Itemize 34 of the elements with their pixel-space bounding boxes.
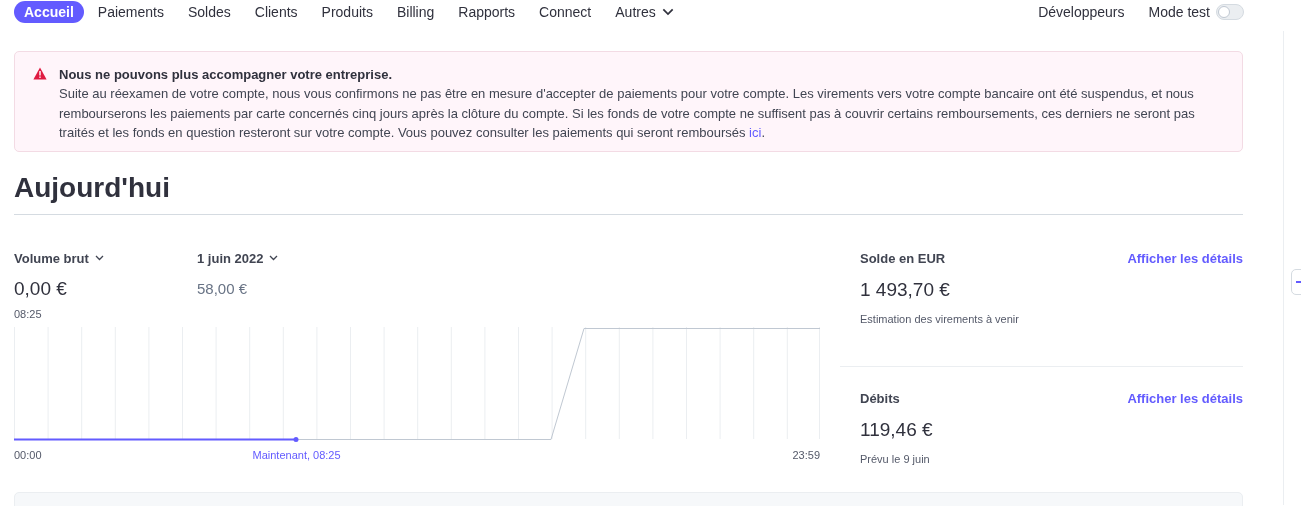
warning-icon [33,67,47,80]
nav-tab[interactable]: Accueil [14,1,84,23]
chevron-down-icon [269,255,279,262]
balance-amount: 1 493,70 € [860,278,951,302]
metric-dropdown[interactable]: Volume brut [14,248,104,268]
balance-note: Estimation des virements à venir [860,312,1020,327]
toggle-label: Mode test [1148,2,1210,22]
date-dropdown[interactable]: 1 juin 2022 [197,248,279,268]
page-heading: Aujourd'hui [14,170,1243,215]
nav-tab[interactable]: Rapports [448,1,526,23]
balance-title: Débits [860,389,900,408]
axis-label: 23:59 [792,447,820,463]
nav-tab[interactable]: Connect [529,1,602,23]
time-label: 08:25 [14,307,43,322]
compare-value: 58,00 € [197,279,249,299]
chevron-down-icon [94,255,104,262]
details-link[interactable]: Afficher les détails [1127,248,1243,268]
details-link[interactable]: Afficher les détails [1127,388,1243,408]
toggle-switch[interactable] [1216,4,1244,20]
nav-tab[interactable]: Billing [386,1,445,23]
alert-title: Nous ne pouvons plus accompagner votre entreprise. [59,66,394,84]
axis-label: 00:00 [14,447,42,463]
metric-value: 0,00 € [14,277,68,301]
balance-note: Prévu le 9 juin [860,452,931,467]
alert-message: Suite au réexamen de votre compte, nous vous confirmons ne pas être en mesure d'accepter de paiements pour votre compte. Les virements vers votre compte bancaire ont été suspendus, et nous rembourserons les paiements par carte concernés cinq jours après la clôture du compte. Si les fonds de votre compte ne suffisent pas à couvrir certains remboursements, ces derniers ne seront pas traités et les fonds en question resteront sur votre compte. Vous pouvez consulter les paiements qui seront remboursés ici. [59,85,1196,142]
nav-tab[interactable]: Clients [244,1,308,23]
balance-amount: 119,46 € [860,418,934,442]
nav-tab[interactable]: Paiements [87,1,174,23]
nav-link[interactable]: Développeurs [1038,1,1125,23]
nav-tab[interactable]: Soldes [177,1,241,23]
nav-tab[interactable]: Autres [605,1,684,23]
now-label: Maintenant, 08:25 [252,447,341,463]
balance-title: Solde en EUR [860,249,946,268]
nav-tab[interactable]: Produits [311,1,383,23]
